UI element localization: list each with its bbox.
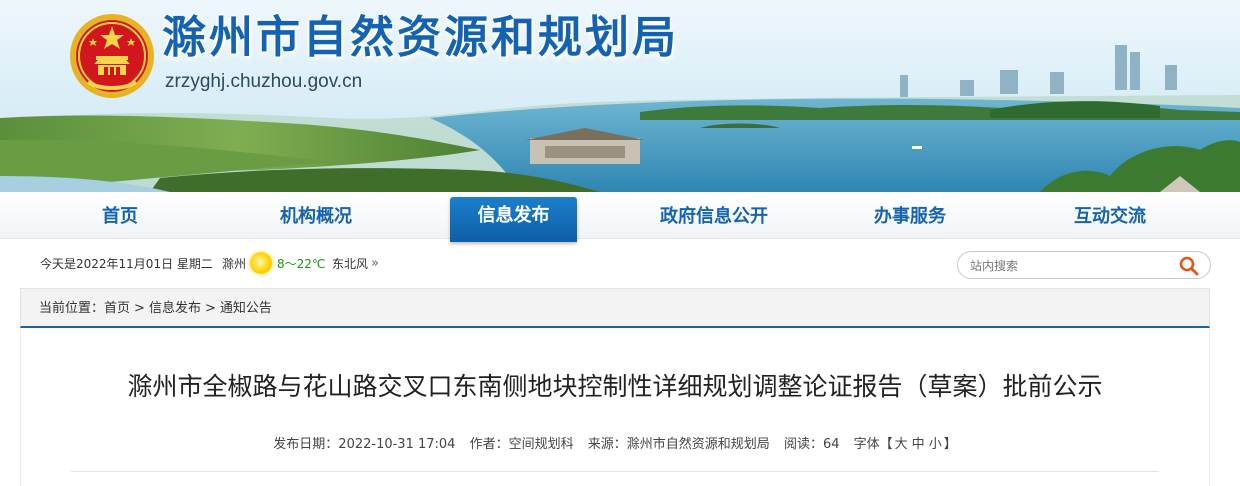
read-count-label: 阅读： <box>783 437 823 452</box>
breadcrumb-separator: > <box>134 301 145 316</box>
read-count: 阅读：64 <box>784 437 840 452</box>
breadcrumb: 当前位置：首页 > 信息发布 > 通知公告 <box>39 301 272 317</box>
font-size-close: 】 <box>943 437 957 452</box>
breadcrumb-bar: 当前位置：首页 > 信息发布 > 通知公告 <box>20 288 1210 328</box>
site-search <box>957 251 1211 279</box>
nav-services[interactable]: 办事服务 <box>830 192 990 238</box>
weather-more-link[interactable]: » <box>371 256 379 272</box>
site-url: zrzyghj.chuzhou.gov.cn <box>165 71 363 92</box>
weather-wind: 东北风 <box>332 257 369 271</box>
current-date: 今天是2022年11月01日 星期二 <box>40 257 213 271</box>
source: 来源：滁州市自然资源和规划局 <box>588 437 770 452</box>
author: 作者：空间规划科 <box>470 437 574 452</box>
breadcrumb-home[interactable]: 首页 <box>104 301 130 316</box>
font-size-large[interactable]: 大 <box>895 437 908 452</box>
weather-city: 滁州 <box>222 257 247 271</box>
sun-icon <box>250 252 272 274</box>
search-icon[interactable] <box>1178 255 1200 277</box>
article-meta: 发布日期：2022-10-31 17:04 作者：空间规划科 来源：滁州市自然资… <box>21 436 1209 454</box>
header-banner: 滁州市自然资源和规划局 zrzyghj.chuzhou.gov.cn <box>0 0 1240 192</box>
nav-interaction[interactable]: 互动交流 <box>1030 192 1190 238</box>
national-emblem-logo <box>70 14 154 98</box>
nav-home[interactable]: 首页 <box>40 192 200 238</box>
read-count-value: 64 <box>822 437 840 452</box>
nav-news-release[interactable]: 信息发布 <box>450 197 577 242</box>
publish-date-value: 2022-10-31 17:04 <box>338 437 456 452</box>
nav-gov-info-disclosure[interactable]: 政府信息公开 <box>634 192 794 238</box>
font-size-switcher: 字体【大中小】 <box>854 437 957 452</box>
nav-organization[interactable]: 机构概况 <box>236 192 396 238</box>
breadcrumb-notices[interactable]: 通知公告 <box>220 301 272 316</box>
source-value: 滁州市自然资源和规划局 <box>626 437 770 452</box>
source-label: 来源： <box>587 437 627 452</box>
article-title: 滁州市全椒路与花山路交叉口东南侧地块控制性详细规划调整论证报告（草案）批前公示 <box>127 372 1103 401</box>
article-panel: 滁州市全椒路与花山路交叉口东南侧地块控制性详细规划调整论证报告（草案）批前公示 … <box>20 328 1210 486</box>
font-size-medium[interactable]: 中 <box>912 437 925 452</box>
breadcrumb-news-release[interactable]: 信息发布 <box>149 301 201 316</box>
font-size-small[interactable]: 小 <box>929 437 942 452</box>
font-size-label: 字体【 <box>853 437 893 452</box>
search-input[interactable] <box>968 255 1172 277</box>
title-divider <box>71 471 1159 472</box>
main-nav: 首页 机构概况 信息发布 政府信息公开 办事服务 互动交流 <box>0 192 1240 242</box>
author-label: 作者： <box>469 437 509 452</box>
weather-temp: 8～22℃ <box>277 257 326 271</box>
publish-date-label: 发布日期： <box>273 437 339 452</box>
author-value: 空间规划科 <box>508 437 574 452</box>
breadcrumb-separator: > <box>204 301 216 316</box>
breadcrumb-prefix: 当前位置： <box>39 301 105 316</box>
site-title: 滁州市自然资源和规划局 <box>162 12 679 63</box>
publish-date: 发布日期：2022-10-31 17:04 <box>273 437 455 452</box>
